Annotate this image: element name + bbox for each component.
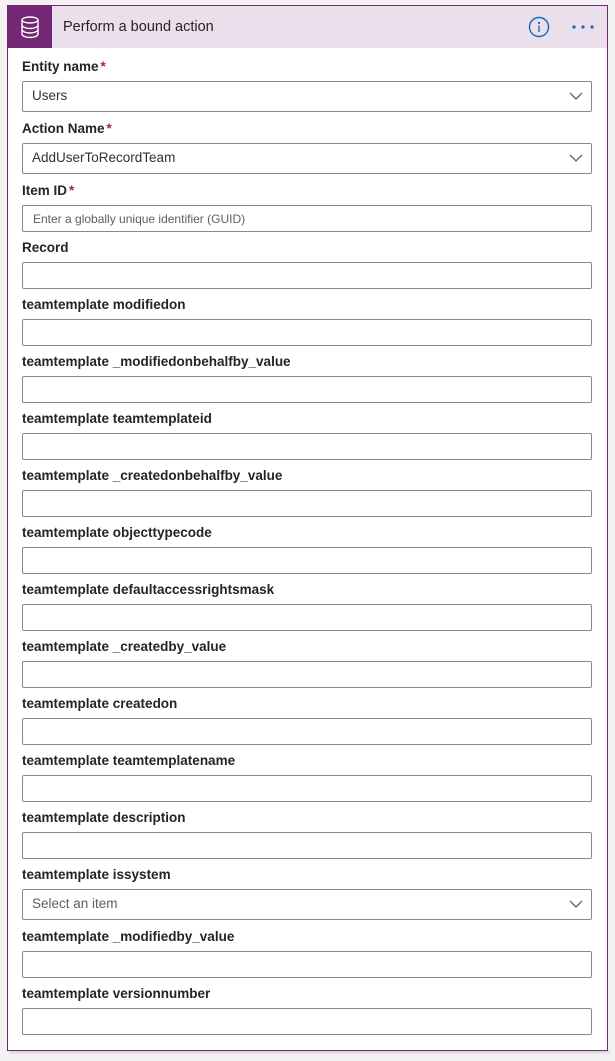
required-marker: * — [106, 121, 112, 136]
action-name-value: AddUserToRecordTeam — [32, 150, 176, 165]
description-input[interactable] — [23, 833, 591, 858]
createdonbehalfby-field[interactable] — [22, 490, 592, 517]
createdon-input[interactable] — [23, 719, 591, 744]
card-header[interactable]: Perform a bound action — [8, 6, 607, 48]
item-id-label-text: Item ID — [22, 183, 68, 198]
entity-name-dropdown[interactable]: Users — [22, 81, 592, 112]
createdon-label: teamtemplate createdon — [22, 696, 178, 711]
record-input[interactable] — [23, 263, 591, 288]
teamtemplateid-field[interactable] — [22, 433, 592, 460]
versionnumber-label: teamtemplate versionnumber — [22, 986, 211, 1001]
chevron-down-icon — [569, 900, 583, 908]
action-name-label-text: Action Name — [22, 121, 105, 136]
issystem-placeholder: Select an item — [32, 896, 118, 911]
objecttypecode-input[interactable] — [23, 548, 591, 573]
info-icon[interactable] — [528, 16, 550, 38]
createdonbehalfby-input[interactable] — [23, 491, 591, 516]
versionnumber-field[interactable] — [22, 1008, 592, 1035]
modifiedonbehalfby-field[interactable] — [22, 376, 592, 403]
createdon-field[interactable] — [22, 718, 592, 745]
entity-name-label-text: Entity name — [22, 59, 99, 74]
modifiedby-label: teamtemplate _modifiedby_value — [22, 929, 235, 944]
teamtemplateid-label: teamtemplate teamtemplateid — [22, 411, 212, 426]
record-label: Record — [22, 240, 69, 255]
item-id-field[interactable] — [22, 205, 592, 232]
item-id-input[interactable] — [23, 206, 591, 231]
issystem-label: teamtemplate issystem — [22, 867, 171, 882]
action-card: Perform a bound action Entity name * User… — [7, 5, 608, 1051]
modifiedon-label: teamtemplate modifiedon — [22, 297, 186, 312]
objecttypecode-label: teamtemplate objecttypecode — [22, 525, 212, 540]
card-shadow — [9, 1051, 610, 1055]
description-field[interactable] — [22, 832, 592, 859]
required-marker: * — [100, 59, 106, 74]
defaultaccessrightsmask-input[interactable] — [23, 605, 591, 630]
modifiedonbehalfby-label: teamtemplate _modifiedonbehalfby_value — [22, 354, 291, 369]
entity-name-label: Entity name * — [22, 59, 106, 74]
teamtemplatename-field[interactable] — [22, 775, 592, 802]
createdby-field[interactable] — [22, 661, 592, 688]
item-id-label: Item ID * — [22, 183, 74, 198]
action-name-dropdown[interactable]: AddUserToRecordTeam — [22, 143, 592, 174]
teamtemplateid-input[interactable] — [23, 434, 591, 459]
teamtemplatename-input[interactable] — [23, 776, 591, 801]
entity-name-value: Users — [32, 88, 68, 103]
description-label: teamtemplate description — [22, 810, 186, 825]
action-name-label: Action Name * — [22, 121, 112, 136]
modifiedon-input[interactable] — [23, 320, 591, 345]
modifiedon-field[interactable] — [22, 319, 592, 346]
card-title: Perform a bound action — [63, 19, 214, 35]
modifiedonbehalfby-input[interactable] — [23, 377, 591, 402]
createdby-input[interactable] — [23, 662, 591, 687]
createdby-label: teamtemplate _createdby_value — [22, 639, 227, 654]
versionnumber-input[interactable] — [23, 1009, 591, 1034]
record-field[interactable] — [22, 262, 592, 289]
issystem-dropdown[interactable]: Select an item — [22, 889, 592, 920]
defaultaccessrightsmask-field[interactable] — [22, 604, 592, 631]
modifiedby-field[interactable] — [22, 951, 592, 978]
modifiedby-input[interactable] — [23, 952, 591, 977]
required-marker: * — [69, 183, 75, 198]
teamtemplatename-label: teamtemplate teamtemplatename — [22, 753, 236, 768]
chevron-down-icon — [569, 92, 583, 100]
createdonbehalfby-label: teamtemplate _createdonbehalfby_value — [22, 468, 283, 483]
objecttypecode-field[interactable] — [22, 547, 592, 574]
defaultaccessrightsmask-label: teamtemplate defaultaccessrightsmask — [22, 582, 275, 597]
chevron-down-icon — [569, 154, 583, 162]
more-options-icon[interactable] — [570, 16, 596, 38]
database-icon — [8, 6, 52, 48]
